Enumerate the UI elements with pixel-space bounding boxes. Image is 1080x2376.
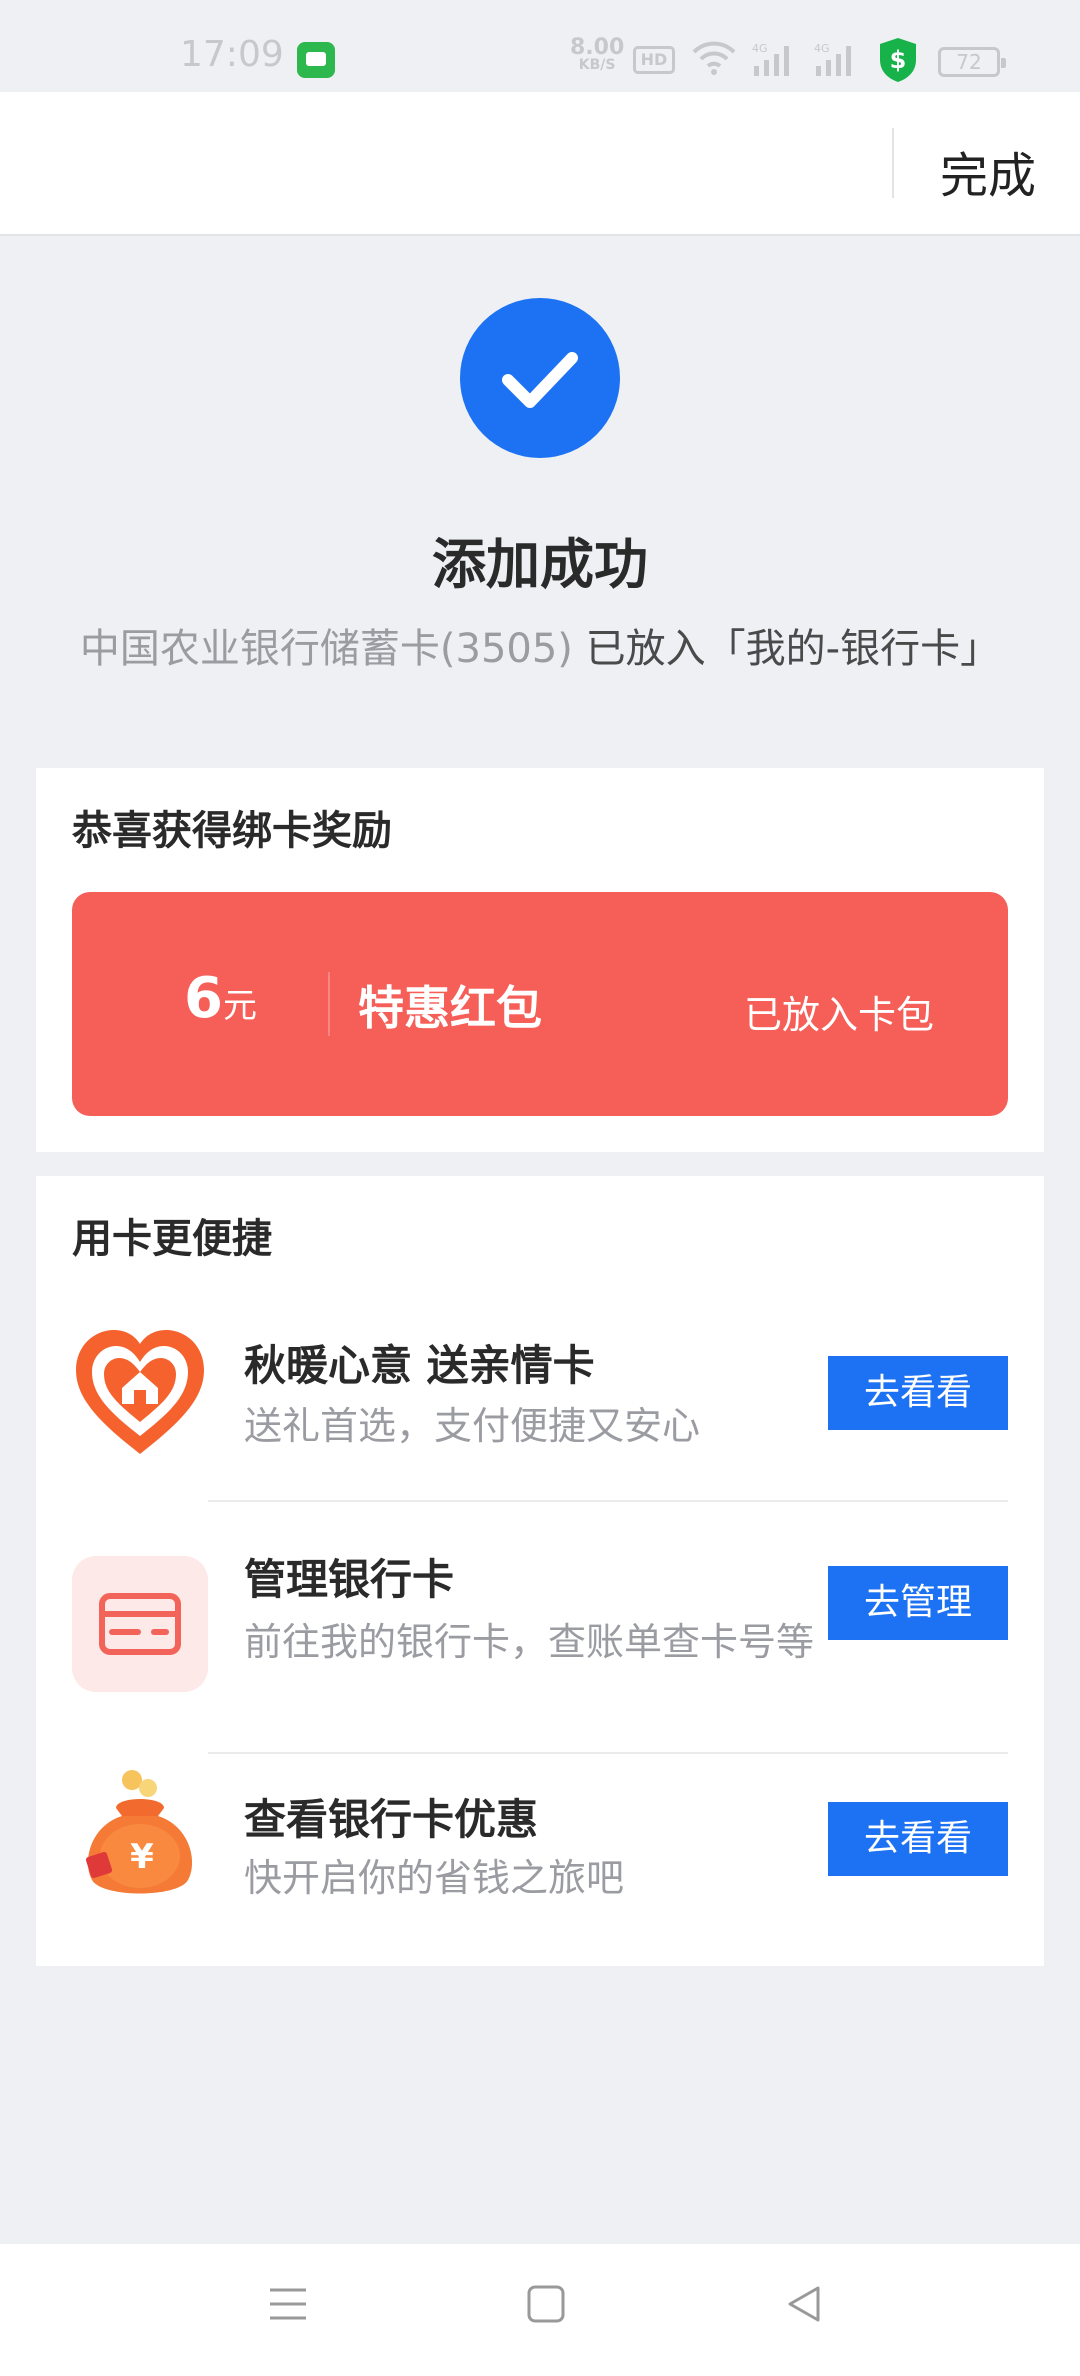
hd-icon: HD xyxy=(633,46,675,74)
heart-home-icon xyxy=(76,1330,204,1454)
card-destination: 已放入「我的-银行卡」 xyxy=(585,626,1001,672)
reward-card-title: 恭喜获得绑卡奖励 xyxy=(72,808,392,854)
system-nav-bar xyxy=(0,2244,1080,2376)
signal-icon: 4G xyxy=(752,42,789,76)
message-app-icon xyxy=(297,42,335,78)
reward-card: 恭喜获得绑卡奖励 6元 特惠红包 已放入卡包 xyxy=(36,768,1044,1152)
feature-subtitle: 前往我的银行卡，查账单查卡号等 xyxy=(244,1620,815,1664)
view-family-card-button[interactable]: 去看看 xyxy=(828,1356,1008,1430)
top-bar: 完成 xyxy=(0,92,1080,236)
red-packet-banner[interactable]: 6元 特惠红包 已放入卡包 xyxy=(72,892,1008,1116)
card-name: 中国农业银行储蓄卡(3505) xyxy=(79,626,586,672)
row-divider xyxy=(208,1500,1008,1502)
reward-status: 已放入卡包 xyxy=(744,993,935,1037)
status-bar: 17:09 8.00 KB/S HD 4G 4G $ 72 xyxy=(0,0,1080,92)
done-button[interactable]: 完成 xyxy=(940,136,1036,206)
view-offers-button[interactable]: 去看看 xyxy=(828,1802,1008,1876)
manage-card-button[interactable]: 去管理 xyxy=(828,1566,1008,1640)
battery-icon: 72 xyxy=(938,47,1006,77)
security-shield-icon: $ xyxy=(880,38,916,82)
reward-amount: 6元 xyxy=(184,966,257,1031)
feature-subtitle: 送礼首选，支付便捷又安心 xyxy=(244,1404,701,1448)
feature-item-manage-card[interactable]: 管理银行卡 前往我的银行卡，查账单查卡号等 去管理 xyxy=(36,1536,1044,1756)
money-bag-icon: ¥ xyxy=(85,1770,193,1894)
signal-icon-2: 4G xyxy=(814,42,851,76)
network-speed: 8.00 KB/S xyxy=(570,35,625,73)
feature-item-family-card[interactable]: 秋暖心意 送亲情卡 送礼首选，支付便捷又安心 去看看 xyxy=(36,1326,1044,1526)
reward-separator xyxy=(328,972,330,1036)
success-check-icon xyxy=(460,298,620,458)
success-description: 中国农业银行储蓄卡(3505) 已放入「我的-银行卡」 xyxy=(0,616,1080,674)
svg-text:4G: 4G xyxy=(814,42,830,55)
status-time: 17:09 xyxy=(180,34,284,75)
back-icon[interactable] xyxy=(784,2284,824,2324)
svg-text:4G: 4G xyxy=(752,42,768,55)
menu-icon[interactable] xyxy=(268,2284,308,2324)
feature-title: 查看银行卡优惠 xyxy=(244,1795,539,1844)
svg-text:¥: ¥ xyxy=(130,1837,154,1877)
wifi-icon xyxy=(692,41,736,75)
feature-item-card-offers[interactable]: ¥ 查看银行卡优惠 快开启你的省钱之旅吧 去看看 xyxy=(36,1770,1044,1956)
home-icon[interactable] xyxy=(526,2284,566,2324)
features-card-title: 用卡更便捷 xyxy=(72,1216,272,1262)
svg-text:$: $ xyxy=(890,46,907,74)
features-card: 用卡更便捷 秋暖心意 送亲情卡 送礼首选，支付便捷又安心 去看看 管理银行卡 前… xyxy=(36,1176,1044,1966)
topbar-divider xyxy=(892,128,894,198)
reward-name: 特惠红包 xyxy=(358,981,542,1035)
feature-title: 秋暖心意 送亲情卡 xyxy=(244,1341,595,1390)
bank-card-icon xyxy=(72,1556,208,1692)
row-divider xyxy=(208,1752,1008,1754)
feature-title: 管理银行卡 xyxy=(244,1555,455,1604)
feature-subtitle: 快开启你的省钱之旅吧 xyxy=(244,1856,625,1900)
reward-unit: 元 xyxy=(222,986,257,1026)
success-title: 添加成功 xyxy=(432,533,648,596)
